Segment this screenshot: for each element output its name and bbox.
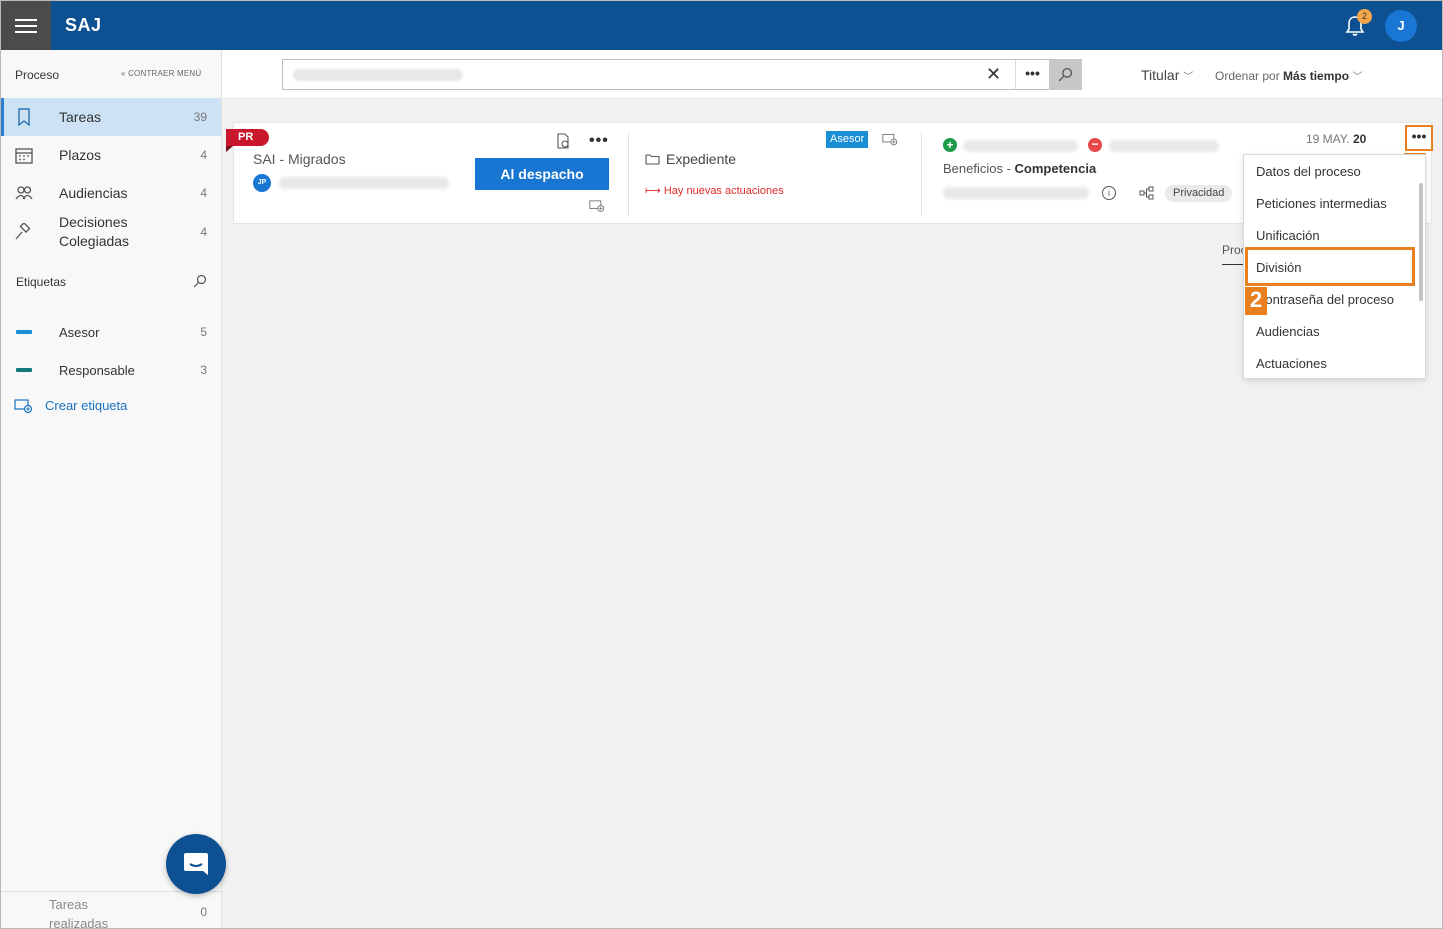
- add-tag-icon[interactable]: [882, 132, 898, 146]
- add-tag-icon[interactable]: [589, 198, 605, 213]
- completed-tasks-count: 0: [200, 905, 207, 919]
- search-button[interactable]: [1049, 59, 1082, 90]
- new-actions-label: Hay nuevas actuaciones: [663, 185, 784, 197]
- menu-item-contrasena[interactable]: Contraseña del proceso: [1256, 292, 1394, 307]
- tag-count: 5: [200, 325, 207, 339]
- sort-prefix: Ordenar por: [1215, 69, 1280, 83]
- book-icon: [15, 108, 33, 126]
- completed-tasks-label: Tareas realizadas: [49, 897, 109, 929]
- sidebar-item-label: Audiencias: [59, 185, 128, 201]
- redacted-name: [279, 177, 449, 189]
- privacy-badge: Privacidad: [1165, 185, 1233, 202]
- pr-flag: PR: [226, 129, 269, 152]
- gavel-icon: [15, 223, 33, 241]
- titular-dropdown[interactable]: Titular ﹀: [1141, 67, 1193, 83]
- completed-tasks[interactable]: Tareas realizadas 0: [1, 891, 221, 929]
- search-tags-icon[interactable]: [193, 274, 207, 288]
- redacted-party: [963, 140, 1078, 152]
- card-divider: [921, 132, 922, 216]
- titular-label: Titular: [1141, 67, 1180, 83]
- sidebar-item-count: 4: [200, 186, 207, 200]
- step-marker-2: 2: [1245, 287, 1267, 315]
- al-despacho-button[interactable]: Al despacho: [475, 158, 609, 190]
- tag-item-responsable[interactable]: Responsable 3: [1, 351, 221, 389]
- minus-circle-icon: −: [1088, 138, 1102, 152]
- tag-color-bar: [16, 330, 32, 334]
- division-highlight-box: [1245, 247, 1415, 286]
- create-tag-label: Crear etiqueta: [45, 398, 128, 413]
- card-more-icon[interactable]: •••: [589, 132, 609, 150]
- menu-scrollbar[interactable]: [1419, 183, 1423, 301]
- chevron-down-icon: ﹀: [1352, 72, 1363, 83]
- sidebar-header: Proceso: [15, 68, 60, 82]
- search-input[interactable]: ✕ •••: [282, 59, 1082, 90]
- search-row: ✕ ••• Titular ﹀ Ordenar por Más tiempo ﹀: [222, 50, 1442, 99]
- tag-item-asesor[interactable]: Asesor 5: [1, 313, 221, 351]
- card-avatar: JP: [253, 174, 271, 192]
- hamburger-menu-icon[interactable]: [1, 1, 51, 50]
- menu-item-unificacion[interactable]: Unificación: [1256, 228, 1320, 243]
- card-date: 19 MAY. 20: [1306, 132, 1366, 146]
- sidebar-item-decisiones[interactable]: Decisiones Colegiadas 4: [1, 212, 221, 252]
- card-divider: [628, 132, 629, 216]
- document-clock-icon[interactable]: [556, 133, 570, 149]
- collapse-menu-button[interactable]: « CONTRAER MENÚ: [121, 69, 201, 78]
- people-icon: [15, 184, 33, 202]
- search-query-redacted: [293, 69, 463, 81]
- menu-item-audiencias[interactable]: Audiencias: [1256, 324, 1320, 339]
- add-tag-icon: [14, 399, 33, 413]
- info-icon[interactable]: i: [1102, 186, 1116, 200]
- tag-color-bar: [16, 368, 32, 372]
- more-options-button[interactable]: •••: [1405, 125, 1433, 151]
- redacted-party: [1109, 140, 1219, 152]
- process-type: Beneficios - Competencia: [943, 161, 1096, 176]
- expediente-link[interactable]: Expediente: [645, 151, 736, 167]
- arrow-right-icon: ⟼: [645, 185, 661, 197]
- calendar-icon: [15, 146, 33, 164]
- sidebar-item-label: Tareas: [59, 109, 102, 125]
- collapse-menu-label: CONTRAER MENÚ: [128, 69, 202, 78]
- new-actions-notice[interactable]: ⟼ Hay nuevas actuaciones: [645, 184, 784, 197]
- date-day-month: 19 MAY.: [1306, 132, 1350, 146]
- sidebar-item-tareas[interactable]: Tareas 39: [1, 98, 221, 136]
- date-year: 20: [1352, 132, 1367, 146]
- process-type-value: Competencia: [1014, 161, 1097, 176]
- sidebar: Proceso « CONTRAER MENÚ Tareas 39 Plazos…: [1, 50, 222, 929]
- search-icon: [1058, 67, 1073, 82]
- hierarchy-icon[interactable]: [1139, 186, 1154, 200]
- tags-section-title: Etiquetas: [16, 275, 67, 289]
- chevron-down-icon: ﹀: [1183, 72, 1194, 83]
- sort-dropdown[interactable]: Ordenar por Más tiempo ﹀: [1215, 68, 1362, 83]
- top-bar: SAJ 2 J: [1, 1, 1442, 50]
- chat-button[interactable]: [166, 834, 226, 894]
- app-brand: SAJ: [65, 15, 102, 35]
- sidebar-item-count: 39: [193, 110, 207, 124]
- sidebar-item-audiencias[interactable]: Audiencias 4: [1, 174, 221, 212]
- menu-item-datos[interactable]: Datos del proceso: [1256, 164, 1361, 179]
- sidebar-item-plazos[interactable]: Plazos 4: [1, 136, 221, 174]
- sort-value: Más tiempo: [1283, 69, 1350, 83]
- chat-icon: [184, 853, 208, 875]
- card-title: SAI - Migrados: [253, 151, 346, 167]
- search-options-button[interactable]: •••: [1015, 60, 1049, 89]
- tag-label: Responsable: [59, 362, 135, 378]
- folder-icon: [645, 154, 660, 165]
- sidebar-item-label: Plazos: [59, 147, 102, 163]
- tag-label: Asesor: [59, 324, 100, 340]
- clear-search-icon[interactable]: ✕: [986, 64, 1001, 85]
- asesor-tag-badge: Asesor: [826, 131, 869, 148]
- user-avatar[interactable]: J: [1385, 10, 1417, 42]
- expediente-label: Expediente: [666, 151, 737, 167]
- sidebar-item-count: 4: [200, 148, 207, 162]
- menu-item-actuaciones[interactable]: Actuaciones: [1256, 356, 1327, 371]
- create-tag-link[interactable]: Crear etiqueta: [14, 398, 127, 413]
- menu-item-peticiones[interactable]: Peticiones intermedias: [1256, 196, 1387, 211]
- sidebar-item-label: Decisiones Colegiadas: [59, 214, 130, 249]
- tag-count: 3: [200, 363, 207, 377]
- plus-circle-icon: +: [943, 138, 957, 152]
- redacted-number: [943, 187, 1089, 199]
- sidebar-item-count: 4: [200, 225, 207, 239]
- process-type-prefix: Beneficios -: [943, 161, 1015, 176]
- notification-badge: 2: [1357, 9, 1372, 24]
